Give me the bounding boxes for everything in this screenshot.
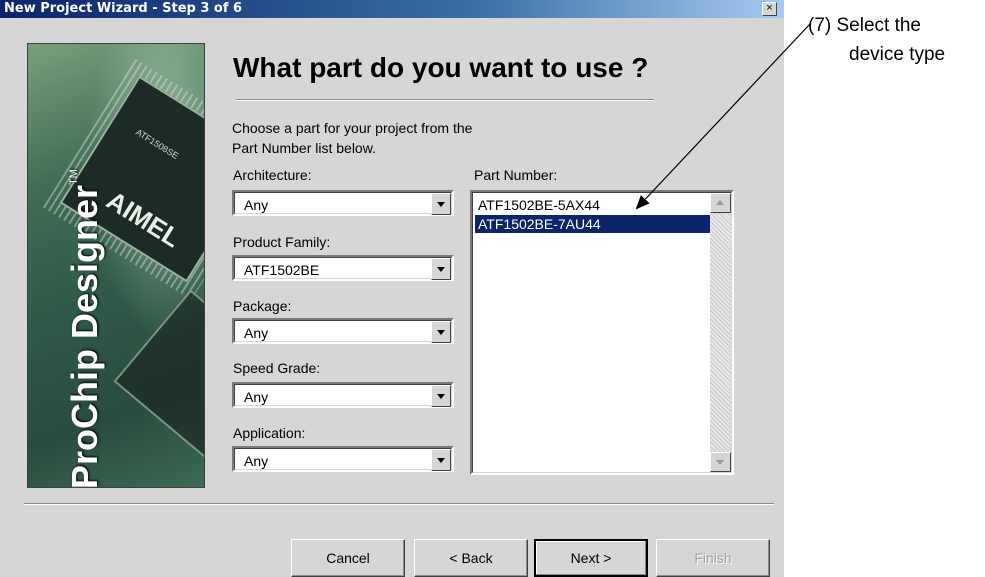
instructions-line-1: Choose a part for your project from the — [232, 120, 473, 136]
part-item-1[interactable]: ATF1502BE-5AX44 — [475, 196, 711, 214]
instructions-line-2: Part Number list below. — [232, 140, 376, 156]
page-heading: What part do you want to use ? — [233, 52, 649, 83]
application-dropdown-button[interactable] — [431, 449, 451, 471]
cancel-button[interactable]: Cancel — [291, 539, 405, 577]
banner-brand-text: ProChip DesignerTM — [64, 169, 106, 488]
title-bar[interactable]: New Project Wizard - Step 3 of 6 × — [0, 0, 784, 18]
next-button[interactable]: Next > — [534, 539, 648, 577]
footer-divider — [24, 503, 774, 505]
part-number-list[interactable]: ATF1502BE-5AX44 ATF1502BE-7AU44 — [470, 190, 734, 475]
speed-grade-value: Any — [244, 389, 269, 405]
application-value: Any — [244, 453, 269, 469]
brand-name: ProChip Designer — [64, 184, 105, 488]
chip-image-secondary — [113, 289, 204, 459]
heading-divider — [236, 99, 654, 101]
finish-button: Finish — [656, 539, 770, 577]
package-select[interactable]: Any — [232, 318, 454, 344]
part-list-scrollbar[interactable] — [710, 193, 731, 472]
scroll-up-icon[interactable] — [710, 193, 731, 213]
package-label: Package: — [233, 298, 292, 314]
prochip-designer-banner: ATF1508SE AIMEL ProChip DesignerTM — [27, 43, 205, 488]
speed-grade-select[interactable]: Any — [232, 382, 454, 408]
scroll-down-icon[interactable] — [710, 452, 731, 472]
trademark-mark: TM — [68, 169, 80, 185]
callout-text-line-2: device type — [849, 44, 946, 65]
close-button[interactable]: × — [762, 2, 777, 16]
product-family-dropdown-button[interactable] — [431, 258, 451, 280]
package-value: Any — [244, 325, 269, 341]
part-item-2-selected[interactable]: ATF1502BE-7AU44 — [475, 215, 711, 233]
close-icon: × — [766, 2, 773, 14]
architecture-label: Architecture: — [233, 167, 312, 183]
architecture-value: Any — [244, 197, 269, 213]
package-dropdown-button[interactable] — [431, 321, 451, 343]
back-button[interactable]: < Back — [414, 539, 528, 577]
architecture-select[interactable]: Any — [232, 190, 454, 216]
new-project-wizard-dialog: New Project Wizard - Step 3 of 6 × ATF15… — [0, 0, 784, 577]
application-label: Application: — [233, 425, 306, 441]
speed-grade-label: Speed Grade: — [233, 360, 321, 376]
application-select[interactable]: Any — [232, 446, 454, 472]
product-family-select[interactable]: ATF1502BE — [232, 255, 454, 281]
product-family-label: Product Family: — [233, 234, 331, 250]
window-title: New Project Wizard - Step 3 of 6 — [4, 1, 243, 16]
product-family-value: ATF1502BE — [244, 262, 320, 278]
part-number-label: Part Number: — [474, 167, 558, 183]
architecture-dropdown-button[interactable] — [431, 193, 451, 215]
speed-grade-dropdown-button[interactable] — [431, 385, 451, 407]
callout-text-line-1: (7) Select the — [808, 15, 921, 36]
